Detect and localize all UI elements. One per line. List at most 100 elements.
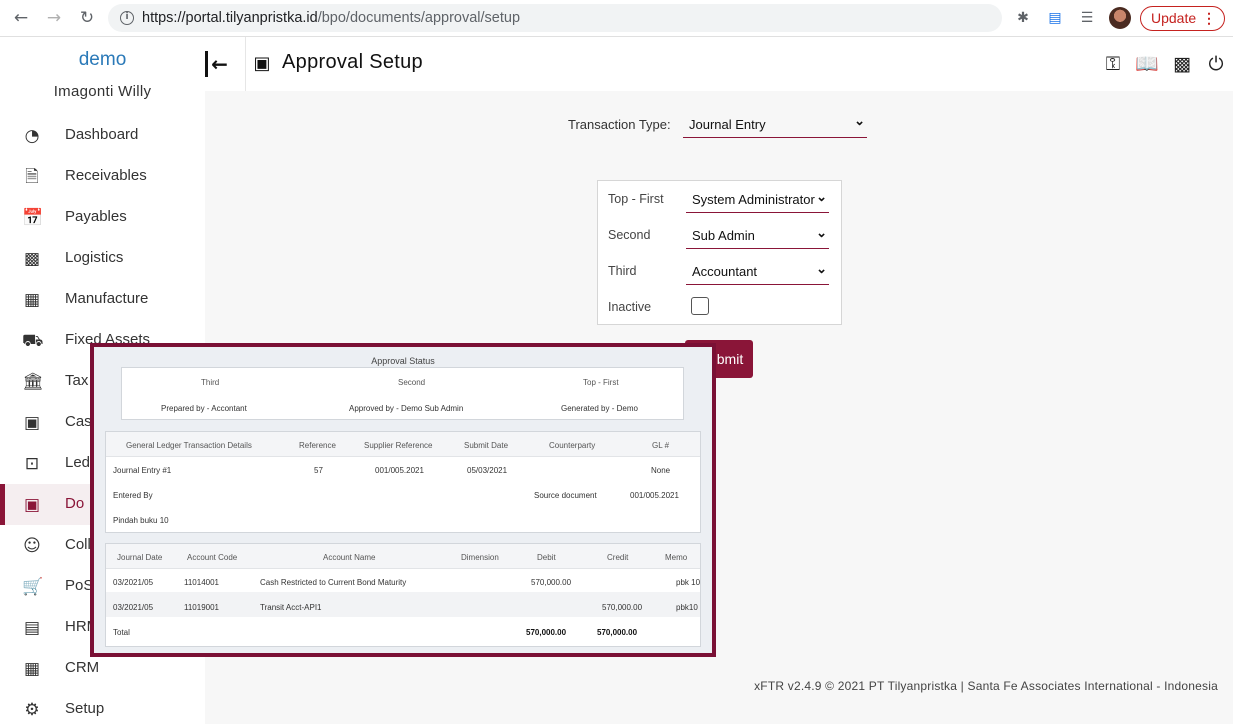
total-credit: 570,000.00 (597, 628, 638, 637)
video-chat-icon[interactable]: ▩ (1170, 52, 1194, 76)
brand-name[interactable]: demo (0, 49, 205, 71)
pos-cart-icon: 🛒 (22, 577, 44, 597)
level-label-third: Third (608, 264, 637, 278)
journal-header: Memo (665, 553, 688, 562)
status-header: Second (398, 378, 426, 387)
archive-box-icon: ▣ (253, 53, 271, 74)
gl-header: Counterparty (549, 441, 596, 450)
media-queue-icon[interactable]: ☰ (1078, 9, 1096, 27)
payables-icon: 📅 (22, 208, 44, 228)
second-approver-select[interactable]: Sub Admin ⌄ (686, 222, 829, 249)
journal-cell: 11019001 (184, 603, 219, 612)
level-label-top-first: Top - First (608, 192, 664, 206)
gl-header: Submit Date (464, 441, 509, 450)
cast-icon[interactable]: ▤ (1046, 9, 1064, 27)
status-value: Prepared by - Accontant (161, 404, 247, 413)
inactive-checkbox[interactable] (691, 297, 709, 315)
tax-icon: 🏛 (22, 372, 44, 392)
journal-cell: 03/2021/05 (113, 603, 154, 612)
reload-icon[interactable]: ↻ (77, 8, 97, 28)
journal-cell: 11014001 (184, 578, 219, 587)
sidebar-item-label: Cas (65, 413, 92, 430)
hrm-icon: ▤ (23, 618, 41, 638)
chevron-down-icon: ⌄ (816, 261, 827, 276)
total-debit: 570,000.00 (526, 628, 567, 637)
documents-icon: ▣ (23, 495, 41, 515)
url-text[interactable]: https://portal.tilyanpristka.id/bpo/docu… (142, 10, 520, 26)
inactive-label: Inactive (608, 300, 652, 314)
sidebar-item-label: Tax (65, 372, 89, 389)
select-value: System Administrator (692, 192, 815, 207)
sidebar-item-dashboard[interactable]: ◔ Dashboard (0, 115, 205, 156)
address-bar[interactable]: i https://portal.tilyanpristka.id/bpo/do… (108, 4, 1002, 32)
sidebar-item-setup[interactable]: ⚙ Setup (0, 689, 205, 724)
journal-cell: 570,000.00 (602, 603, 643, 612)
sidebar-item-manufacture[interactable]: ▦ Manufacture (0, 279, 205, 320)
back-icon[interactable]: ← (11, 8, 31, 28)
transaction-type-select[interactable]: Journal Entry ⌄ (683, 110, 867, 138)
approval-levels-card: Top - First System Administrator ⌄ Secon… (597, 180, 842, 325)
sidebar-item-payables[interactable]: 📅 Payables (0, 197, 205, 238)
power-icon[interactable]: ⏻ (1204, 52, 1228, 76)
journal-header: Account Name (323, 553, 376, 562)
status-header: Top - First (583, 378, 619, 387)
select-value: Accountant (692, 264, 758, 279)
journal-header: Account Code (187, 553, 238, 562)
sidebar-item-receivables[interactable]: 🗎 Receivables (0, 156, 205, 197)
manufacture-icon: ▦ (23, 290, 41, 310)
page-header: ← ▣ Approval Setup ⚿ 📖 ▩ ⏻ (205, 37, 1233, 91)
journal-header: Debit (537, 553, 556, 562)
gl-header: Reference (299, 441, 336, 450)
transaction-type-label: Transaction Type: (568, 117, 671, 132)
top-first-approver-select[interactable]: System Administrator ⌄ (686, 186, 829, 213)
gl-cell: None (651, 466, 671, 475)
user-name: Imagonti Willy (53, 83, 152, 100)
logistics-icon: ▩ (23, 249, 41, 269)
browser-toolbar: ← → ↻ i https://portal.tilyanpristka.id/… (0, 0, 1233, 37)
browser-menu-icon[interactable]: ⋮ (1202, 7, 1216, 30)
fixed-assets-icon: ⛟ (22, 331, 44, 351)
dashboard-icon: ◔ (24, 126, 40, 146)
site-info-icon[interactable]: i (120, 11, 134, 25)
header-divider (245, 37, 246, 91)
journal-header: Dimension (461, 553, 499, 562)
update-button[interactable]: Update ⋮ (1140, 6, 1225, 31)
approval-document-preview[interactable]: Approval Status Third Second Top - First… (90, 343, 716, 657)
sidebar-item-label: Led (65, 454, 91, 471)
extensions-puzzle-icon[interactable]: ✱ (1014, 9, 1032, 27)
gl-cell: 57 (314, 466, 323, 475)
sidebar-item-label: Manufacture (65, 290, 149, 307)
journal-cell: Cash Restricted to Current Bond Maturity (260, 578, 407, 587)
sidebar-item-logistics[interactable]: ▩ Logistics (0, 238, 205, 279)
sidebar-item-label: Setup (65, 700, 105, 717)
journal-header: Journal Date (117, 553, 163, 562)
sidebar-item-label: Receivables (65, 167, 147, 184)
level-label-second: Second (608, 228, 651, 242)
sidebar-item-label: Coll (65, 536, 91, 553)
third-approver-select[interactable]: Accountant ⌄ (686, 258, 829, 285)
gl-cell: 05/03/2021 (467, 466, 508, 475)
receivables-icon: 🗎 (25, 167, 39, 187)
gl-header: GL # (652, 441, 670, 450)
key-icon[interactable]: ⚿ (1101, 52, 1125, 76)
status-value: Approved by - Demo Sub Admin (349, 404, 464, 413)
collections-icon: ☺ (23, 536, 41, 556)
profile-avatar[interactable] (1109, 7, 1131, 29)
cash-icon: ▣ (23, 413, 41, 433)
select-value: Sub Admin (692, 228, 755, 243)
status-value: Generated by - Demo (561, 404, 638, 413)
sidebar-item-label: CRM (65, 659, 100, 676)
forward-icon[interactable]: → (44, 8, 64, 28)
journal-cell: 570,000.00 (531, 578, 572, 587)
collapse-sidebar-icon[interactable]: ← (205, 51, 231, 77)
gl-cell: 001/005.2021 (375, 466, 424, 475)
journal-lines-table: Journal Date Account Code Account Name D… (105, 543, 701, 647)
gl-details-table: General Ledger Transaction Details Refer… (105, 431, 701, 533)
source-document-label: Source document (534, 491, 597, 500)
sidebar-item-label: Dashboard (65, 126, 139, 143)
sidebar-item-label: Payables (65, 208, 127, 225)
book-icon[interactable]: 📖 (1135, 52, 1159, 76)
entered-by-label: Entered By (113, 491, 153, 500)
sidebar-item-label: Logistics (65, 249, 124, 266)
ledger-icon: ⊡ (24, 454, 40, 474)
